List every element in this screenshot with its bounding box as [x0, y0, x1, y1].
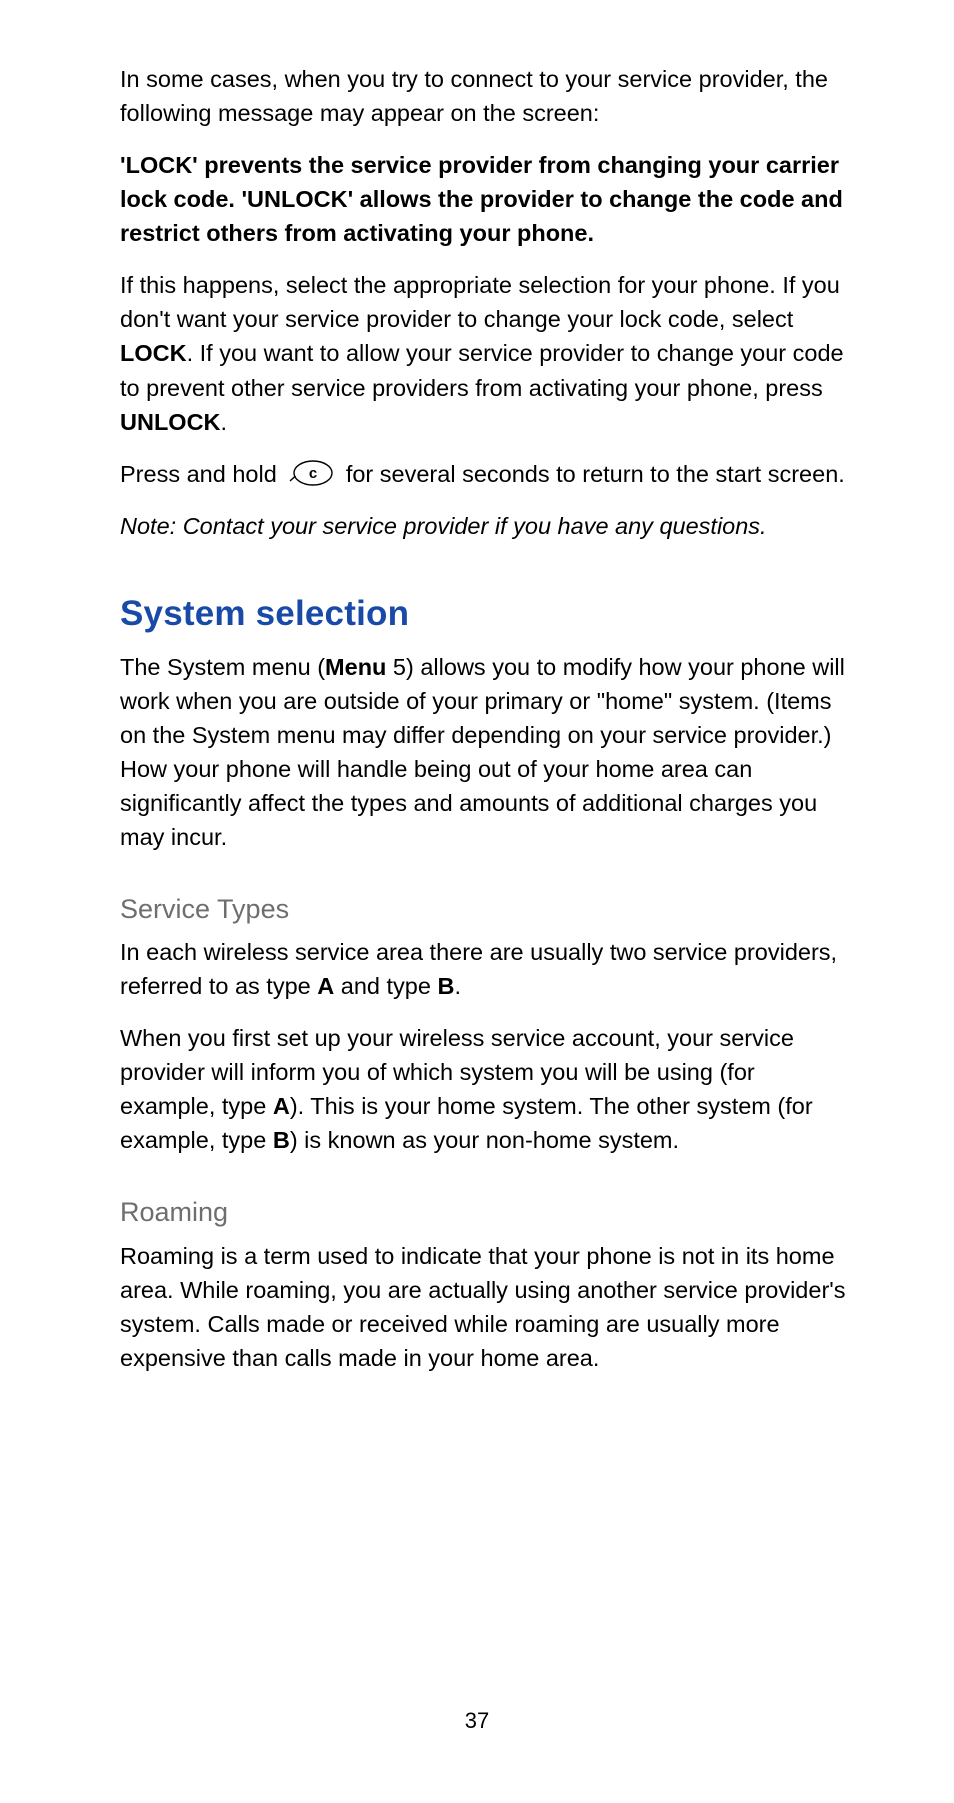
page-number: 37 [0, 1705, 954, 1737]
text-fragment: . If you want to allow your service prov… [120, 340, 844, 400]
paragraph-note: Note: Contact your service provider if y… [120, 509, 849, 543]
paragraph-lock-unlock-message: 'LOCK' prevents the service provider fro… [120, 148, 849, 250]
text-fragment: ) is known as your non-home system. [290, 1127, 679, 1153]
text-fragment: In each wireless service area there are … [120, 939, 837, 999]
paragraph-home-system: When you first set up your wireless serv… [120, 1021, 849, 1157]
paragraph-intro: In some cases, when you try to connect t… [120, 62, 849, 130]
paragraph-service-types: In each wireless service area there are … [120, 935, 849, 1003]
heading-service-types: Service Types [120, 890, 849, 929]
text-fragment: . [221, 409, 228, 435]
text-lock: LOCK [120, 340, 187, 366]
paragraph-press-hold: Press and hold c for several seconds to … [120, 457, 849, 491]
text-fragment: If this happens, select the appropriate … [120, 272, 840, 332]
text-fragment: and type [334, 973, 437, 999]
text-type-b: B [273, 1127, 290, 1153]
document-page: In some cases, when you try to connect t… [0, 0, 954, 1803]
heading-system-selection: System selection [120, 589, 849, 640]
text-type-b: B [437, 973, 454, 999]
text-menu: Menu [325, 654, 386, 680]
text-unlock: UNLOCK [120, 409, 221, 435]
svg-text:c: c [309, 465, 317, 482]
heading-roaming: Roaming [120, 1193, 849, 1232]
text-fragment: for several seconds to return to the sta… [339, 461, 845, 487]
clear-key-icon: c [289, 460, 333, 486]
paragraph-lock-unlock-instructions: If this happens, select the appropriate … [120, 268, 849, 438]
text-fragment: Press and hold [120, 461, 283, 487]
text-fragment: 5) allows you to modify how your phone w… [120, 654, 845, 850]
text-fragment: . [454, 973, 461, 999]
text-fragment: The System menu ( [120, 654, 325, 680]
paragraph-system-menu: The System menu (Menu 5) allows you to m… [120, 650, 849, 854]
text-type-a: A [273, 1093, 290, 1119]
paragraph-roaming: Roaming is a term used to indicate that … [120, 1239, 849, 1375]
text-type-a: A [317, 973, 334, 999]
